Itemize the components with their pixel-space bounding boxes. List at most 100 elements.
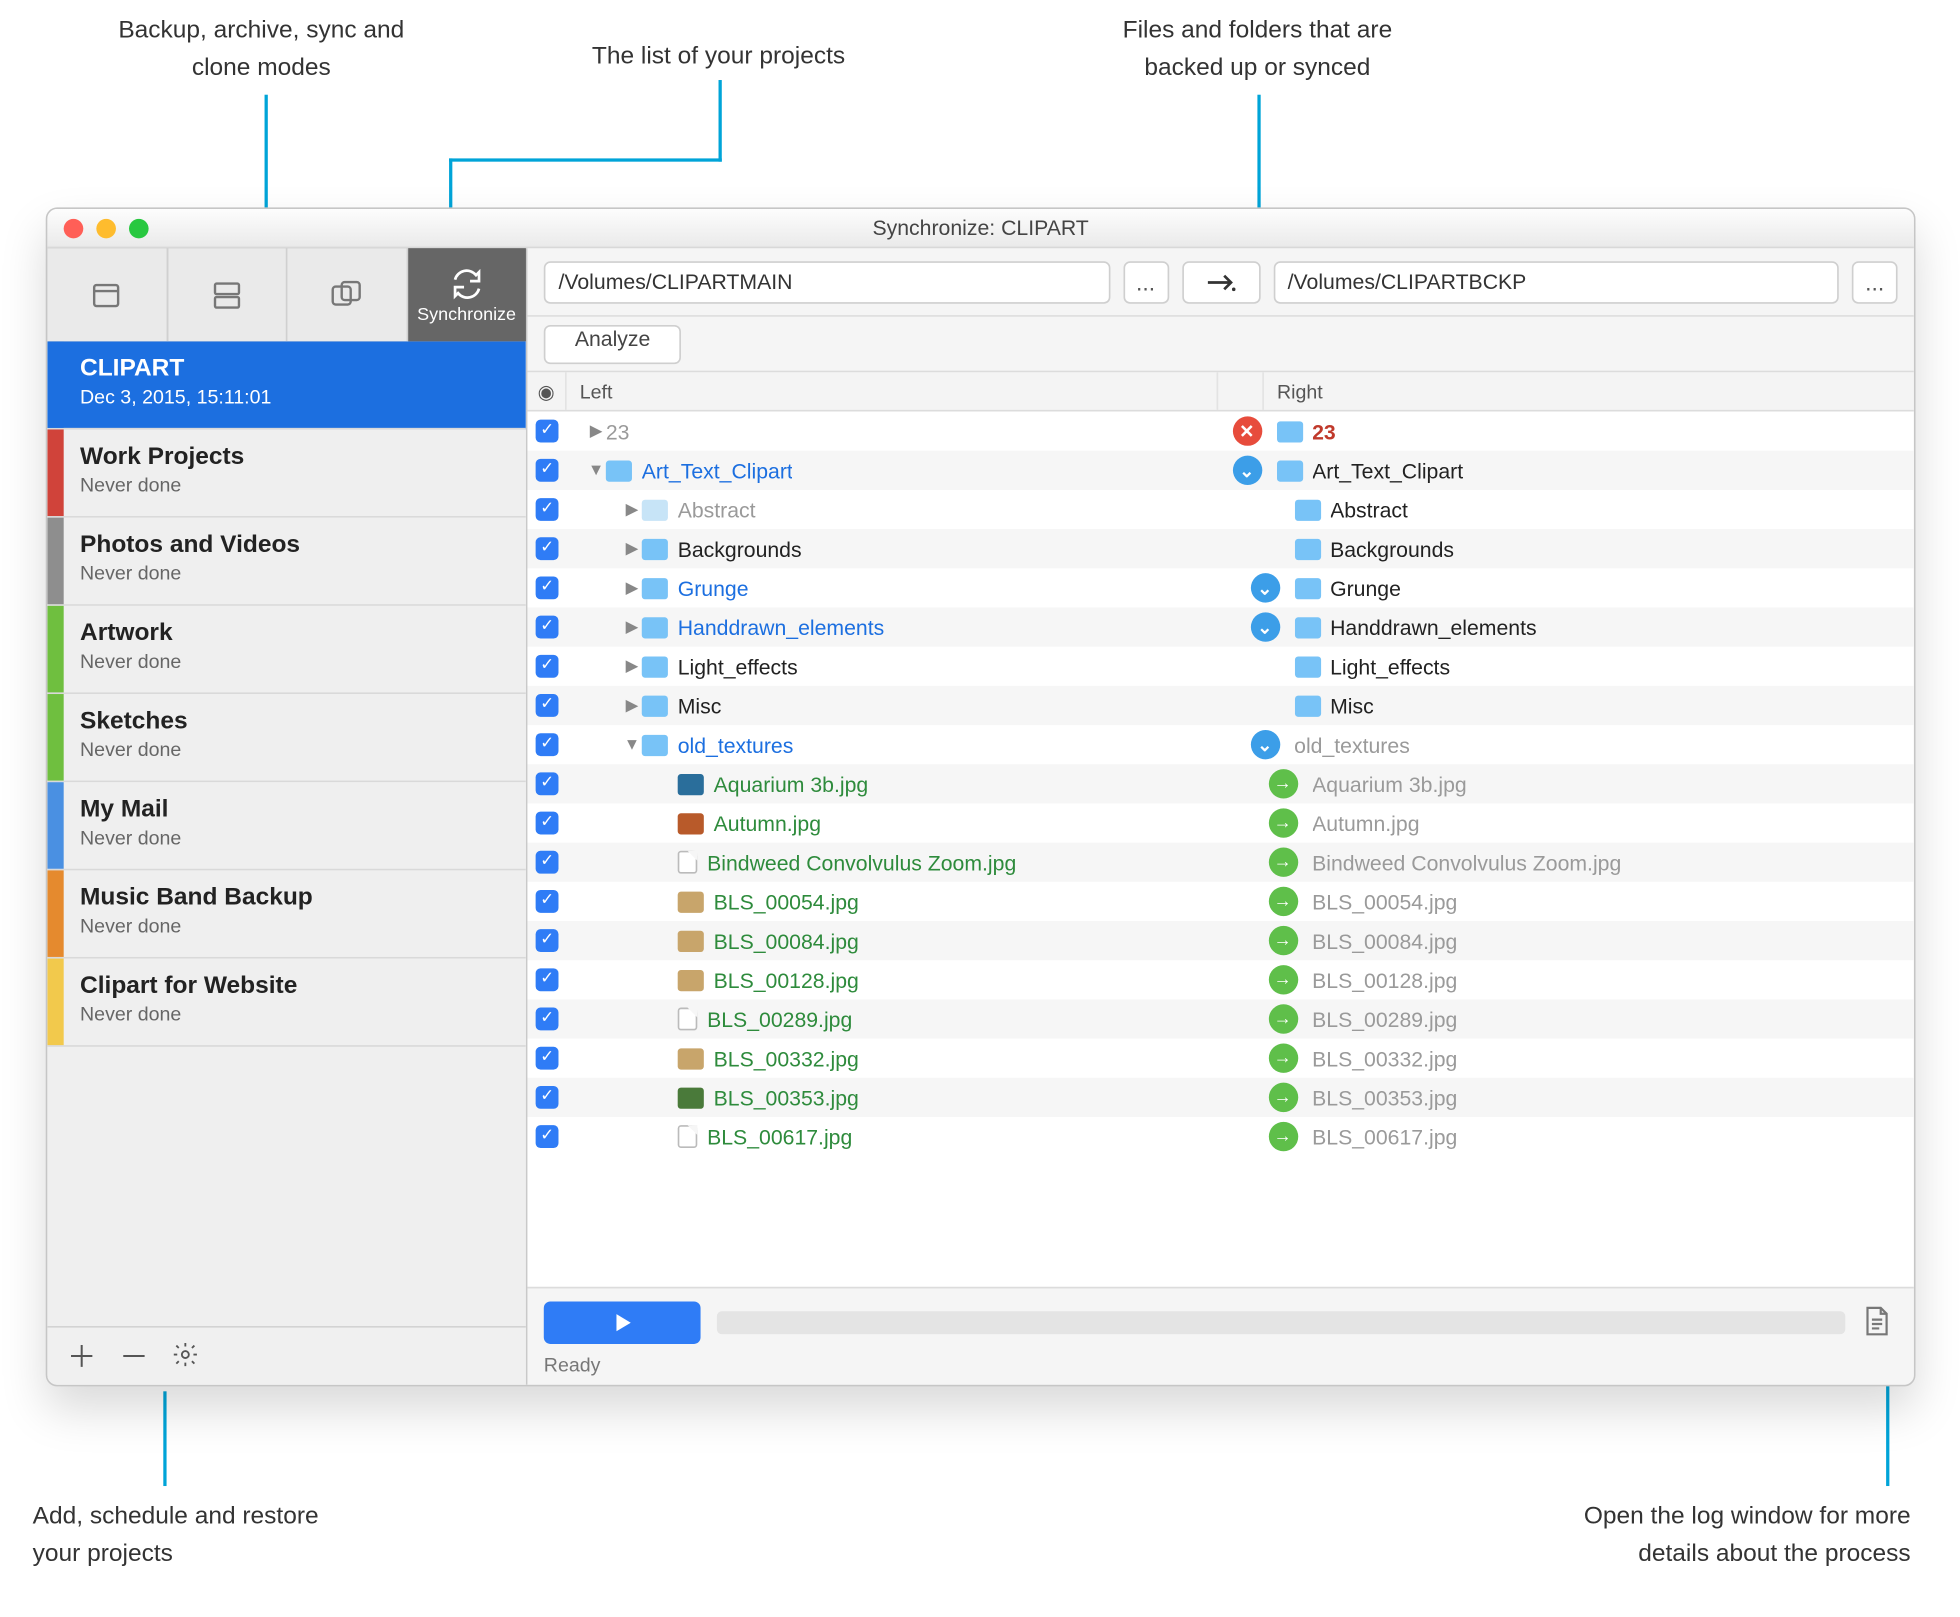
status-copy-icon: → bbox=[1268, 769, 1297, 798]
file-name-right: Abstract bbox=[1330, 497, 1408, 521]
row-checkbox[interactable] bbox=[536, 812, 559, 835]
column-headers: ◉ Left Right bbox=[527, 372, 1913, 411]
project-subtitle: Never done bbox=[80, 1003, 509, 1026]
file-name-right: BLS_00054.jpg bbox=[1312, 889, 1457, 913]
right-browse-button[interactable]: ... bbox=[1852, 260, 1898, 302]
add-project-button[interactable]: ＋ bbox=[67, 1342, 96, 1371]
header-status bbox=[1218, 372, 1264, 410]
row-checkbox[interactable] bbox=[536, 851, 559, 874]
file-list[interactable]: ▶ 23 ✕ 23 ▼ Art_Text_Clipart ⌄ Art_Text_… bbox=[527, 412, 1913, 1287]
remove-project-button[interactable]: － bbox=[119, 1342, 148, 1371]
sidebar: Synchronize CLIPART Dec 3, 2015, 15:11:0… bbox=[47, 248, 527, 1385]
file-row[interactable]: ▶ Misc Misc bbox=[527, 686, 1913, 725]
callout-log: Open the log window for more details abo… bbox=[1421, 1499, 1911, 1572]
file-name-left: BLS_00128.jpg bbox=[714, 968, 859, 992]
file-row[interactable]: BLS_00289.jpg → BLS_00289.jpg bbox=[527, 999, 1913, 1038]
row-checkbox[interactable] bbox=[536, 537, 559, 560]
row-checkbox[interactable] bbox=[536, 459, 559, 482]
row-checkbox[interactable] bbox=[536, 733, 559, 756]
row-checkbox[interactable] bbox=[536, 772, 559, 795]
mode-archive[interactable] bbox=[167, 248, 287, 341]
project-item[interactable]: Sketches Never done bbox=[47, 694, 525, 782]
file-row[interactable]: BLS_00054.jpg → BLS_00054.jpg bbox=[527, 882, 1913, 921]
project-subtitle: Never done bbox=[80, 826, 509, 849]
file-row[interactable]: ▶ Backgrounds Backgrounds bbox=[527, 529, 1913, 568]
callout-add: Add, schedule and restore your projects bbox=[33, 1499, 458, 1572]
file-row[interactable]: ▶ Light_effects Light_effects bbox=[527, 647, 1913, 686]
project-item[interactable]: Work Projects Never done bbox=[47, 429, 525, 517]
project-subtitle: Dec 3, 2015, 15:11:01 bbox=[80, 385, 509, 408]
file-name-left: BLS_00054.jpg bbox=[714, 889, 859, 913]
right-path-input[interactable]: /Volumes/CLIPARTBCKP bbox=[1273, 260, 1839, 302]
row-checkbox[interactable] bbox=[536, 420, 559, 443]
file-name-left: Aquarium 3b.jpg bbox=[714, 772, 869, 796]
file-row[interactable]: ▶ Grunge ⌄ Grunge bbox=[527, 568, 1913, 607]
project-settings-button[interactable] bbox=[171, 1340, 199, 1373]
row-checkbox[interactable] bbox=[536, 1125, 559, 1148]
project-subtitle: Never done bbox=[80, 474, 509, 497]
file-row[interactable]: BLS_00617.jpg → BLS_00617.jpg bbox=[527, 1117, 1913, 1156]
row-checkbox[interactable] bbox=[536, 1047, 559, 1070]
file-row[interactable]: Bindweed Convolvulus Zoom.jpg → Bindweed… bbox=[527, 843, 1913, 882]
header-right[interactable]: Right bbox=[1264, 372, 1914, 410]
row-checkbox[interactable] bbox=[536, 890, 559, 913]
left-path-input[interactable]: /Volumes/CLIPARTMAIN bbox=[544, 260, 1110, 302]
row-checkbox[interactable] bbox=[536, 616, 559, 639]
file-row[interactable]: BLS_00128.jpg → BLS_00128.jpg bbox=[527, 960, 1913, 999]
status-sync-icon: ⌄ bbox=[1232, 456, 1261, 485]
direction-button[interactable] bbox=[1181, 260, 1259, 302]
disclosure-icon[interactable]: ▼ bbox=[586, 461, 606, 479]
folder-icon bbox=[606, 460, 632, 481]
file-row[interactable]: ▶ Abstract Abstract bbox=[527, 490, 1913, 529]
header-left[interactable]: Left bbox=[567, 372, 1219, 410]
row-checkbox[interactable] bbox=[536, 968, 559, 991]
disclosure-icon[interactable]: ▶ bbox=[622, 696, 642, 714]
project-item[interactable]: Music Band Backup Never done bbox=[47, 870, 525, 958]
titlebar[interactable]: Synchronize: CLIPART bbox=[47, 209, 1914, 248]
project-item[interactable]: CLIPART Dec 3, 2015, 15:11:01 bbox=[47, 341, 525, 429]
header-target-icon[interactable]: ◉ bbox=[527, 372, 566, 410]
file-row[interactable]: Aquarium 3b.jpg → Aquarium 3b.jpg bbox=[527, 764, 1913, 803]
status-sync-icon: ⌄ bbox=[1250, 730, 1279, 759]
project-item[interactable]: Clipart for Website Never done bbox=[47, 959, 525, 1047]
folder-icon bbox=[642, 734, 668, 755]
file-name-left: Handdrawn_elements bbox=[678, 615, 885, 639]
mode-sync[interactable]: Synchronize bbox=[407, 248, 525, 341]
file-row[interactable]: BLS_00353.jpg → BLS_00353.jpg bbox=[527, 1078, 1913, 1117]
row-checkbox[interactable] bbox=[536, 576, 559, 599]
disclosure-icon[interactable]: ▶ bbox=[622, 501, 642, 519]
project-item[interactable]: My Mail Never done bbox=[47, 782, 525, 870]
file-row[interactable]: BLS_00084.jpg → BLS_00084.jpg bbox=[527, 921, 1913, 960]
row-checkbox[interactable] bbox=[536, 929, 559, 952]
left-browse-button[interactable]: ... bbox=[1123, 260, 1169, 302]
analyze-button[interactable]: Analyze bbox=[544, 324, 682, 363]
callout-line bbox=[265, 95, 268, 209]
row-checkbox[interactable] bbox=[536, 1008, 559, 1031]
project-item[interactable]: Photos and Videos Never done bbox=[47, 518, 525, 606]
folder-icon bbox=[678, 851, 698, 874]
disclosure-icon[interactable]: ▼ bbox=[622, 736, 642, 754]
row-checkbox[interactable] bbox=[536, 655, 559, 678]
disclosure-icon[interactable]: ▶ bbox=[586, 422, 606, 440]
project-item[interactable]: Artwork Never done bbox=[47, 606, 525, 694]
row-checkbox[interactable] bbox=[536, 498, 559, 521]
file-row[interactable]: ▶ Handdrawn_elements ⌄ Handdrawn_element… bbox=[527, 607, 1913, 646]
disclosure-icon[interactable]: ▶ bbox=[622, 579, 642, 597]
file-row[interactable]: ▼ old_textures ⌄ old_textures bbox=[527, 725, 1913, 764]
log-button[interactable] bbox=[1862, 1305, 1898, 1341]
mode-clone[interactable] bbox=[287, 248, 407, 341]
disclosure-icon[interactable]: ▶ bbox=[622, 540, 642, 558]
file-name-left: Autumn.jpg bbox=[714, 811, 821, 835]
row-checkbox[interactable] bbox=[536, 694, 559, 717]
run-button[interactable] bbox=[544, 1302, 701, 1344]
disclosure-icon[interactable]: ▶ bbox=[622, 618, 642, 636]
file-name-left: Grunge bbox=[678, 576, 749, 600]
mode-backup[interactable] bbox=[47, 248, 167, 341]
file-row[interactable]: Autumn.jpg → Autumn.jpg bbox=[527, 803, 1913, 842]
disclosure-icon[interactable]: ▶ bbox=[622, 657, 642, 675]
row-checkbox[interactable] bbox=[536, 1086, 559, 1109]
file-row[interactable]: ▶ 23 ✕ 23 bbox=[527, 412, 1913, 451]
file-name-left: Backgrounds bbox=[678, 536, 802, 560]
file-row[interactable]: ▼ Art_Text_Clipart ⌄ Art_Text_Clipart bbox=[527, 451, 1913, 490]
file-row[interactable]: BLS_00332.jpg → BLS_00332.jpg bbox=[527, 1039, 1913, 1078]
